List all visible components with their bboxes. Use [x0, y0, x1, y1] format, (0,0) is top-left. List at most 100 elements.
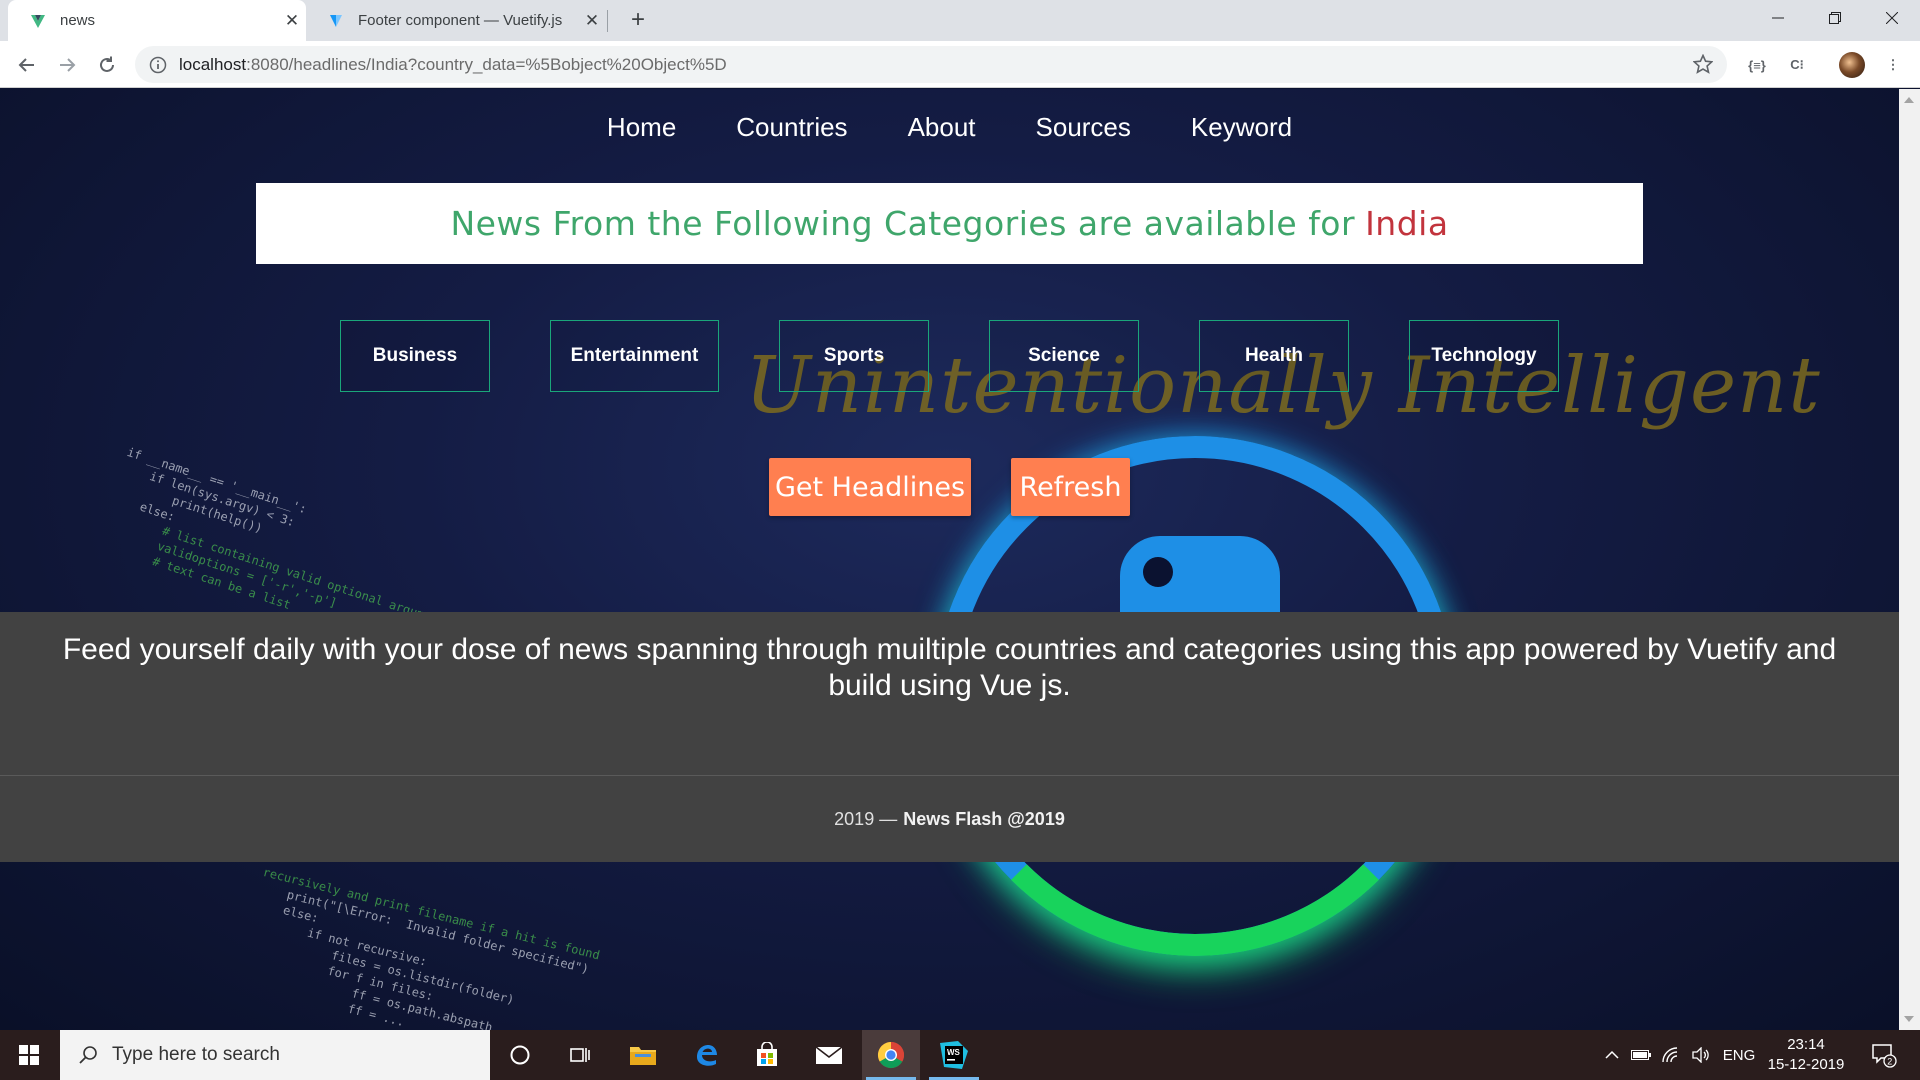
close-icon: [1885, 12, 1898, 24]
page-scrollbar[interactable]: [1899, 89, 1920, 1030]
new-tab-button[interactable]: +: [624, 6, 652, 34]
reload-icon: [100, 56, 114, 72]
battery-icon: [1631, 1050, 1651, 1060]
categories-banner: News From the Following Categories are a…: [256, 183, 1643, 264]
edge-browser-button[interactable]: [677, 1030, 735, 1080]
vue-favicon-icon: [31, 14, 45, 28]
nav-home[interactable]: Home: [577, 109, 706, 145]
scroll-down-icon[interactable]: [1904, 1016, 1914, 1022]
scroll-up-icon[interactable]: [1904, 97, 1914, 103]
extension-icon-c[interactable]: C⁝: [1785, 53, 1809, 77]
url-text: localhost:8080/headlines/India?country_d…: [179, 55, 727, 75]
get-headlines-button[interactable]: Get Headlines: [769, 458, 971, 516]
banner-text: News From the Following Categories are a…: [450, 204, 1356, 243]
category-sports[interactable]: Sports: [779, 320, 929, 392]
mail-button[interactable]: [800, 1030, 858, 1080]
tab-vuetify-footer[interactable]: Footer component — Vuetify.js ✕: [312, 0, 606, 41]
page-viewport: if __name__ == '__main__': if len(sys.ar…: [0, 89, 1899, 1030]
nav-sources[interactable]: Sources: [1006, 109, 1161, 145]
windows-logo-icon: [19, 1045, 39, 1065]
category-science[interactable]: Science: [989, 320, 1139, 392]
chrome-icon: [877, 1041, 905, 1069]
url-host: localhost: [179, 54, 247, 74]
arrow-left-icon: [18, 58, 34, 72]
battery-button[interactable]: [1628, 1030, 1654, 1080]
show-hidden-icons-button[interactable]: [1600, 1030, 1624, 1080]
url-path: :8080/headlines/India?country_data=%5Bob…: [246, 54, 727, 74]
close-window-button[interactable]: [1863, 0, 1920, 36]
webstorm-icon: WS: [940, 1041, 968, 1069]
footer-year: 2019 —: [834, 808, 898, 829]
tab-title: news: [60, 12, 96, 29]
webstorm-button[interactable]: WS: [925, 1030, 983, 1080]
edge-icon: [697, 1045, 717, 1066]
chevron-up-icon: [1605, 1050, 1619, 1059]
cortana-button[interactable]: [491, 1030, 549, 1080]
minimize-button[interactable]: [1749, 0, 1806, 36]
footer-copyright: 2019 — News Flash @2019: [0, 776, 1899, 862]
reload-button[interactable]: [91, 49, 123, 81]
menu-kebab-icon[interactable]: ⋮: [1881, 53, 1905, 77]
mail-envelope-icon: [815, 1046, 843, 1064]
close-tab-icon[interactable]: ✕: [278, 11, 306, 31]
nav-keyword[interactable]: Keyword: [1161, 109, 1322, 145]
category-technology[interactable]: Technology: [1409, 320, 1559, 392]
footer-brand: News Flash @2019: [903, 808, 1065, 829]
tab-news[interactable]: news ✕: [8, 0, 306, 41]
notification-icon: 2: [1872, 1044, 1897, 1068]
restore-button[interactable]: [1806, 0, 1863, 36]
background-code-bottom: recursively and print filename if a hit …: [234, 864, 602, 1030]
info-icon[interactable]: [149, 56, 167, 74]
clock-time: 23:14: [1787, 1036, 1825, 1053]
forward-button[interactable]: [51, 49, 83, 81]
store-bag-icon: [757, 1042, 777, 1066]
browser-toolbar: localhost:8080/headlines/India?country_d…: [0, 41, 1920, 88]
tab-separator: [607, 10, 608, 32]
cortana-circle-icon: [510, 1045, 530, 1065]
address-bar[interactable]: localhost:8080/headlines/India?country_d…: [135, 46, 1727, 83]
extension-icon-json[interactable]: {≡}: [1745, 53, 1769, 77]
volume-button[interactable]: [1688, 1030, 1714, 1080]
nav-about[interactable]: About: [878, 109, 1006, 145]
wifi-icon: [1662, 1047, 1678, 1063]
folder-icon: [630, 1047, 656, 1065]
footer-description-section: Feed yourself daily with your dose of ne…: [0, 612, 1899, 775]
network-button[interactable]: [1658, 1030, 1684, 1080]
vuetify-favicon-icon: [330, 14, 342, 27]
category-entertainment[interactable]: Entertainment: [550, 320, 719, 392]
browser-tab-bar: news ✕ Footer component — Vuetify.js ✕ +: [0, 0, 1920, 41]
python-logo-eye: [1143, 557, 1173, 587]
refresh-button[interactable]: Refresh: [1011, 458, 1130, 516]
speaker-icon: [1692, 1047, 1709, 1063]
back-button[interactable]: [11, 49, 43, 81]
nav-countries[interactable]: Countries: [706, 109, 877, 145]
search-placeholder: Type here to search: [112, 1044, 280, 1065]
file-explorer-button[interactable]: [614, 1030, 672, 1080]
taskbar-search-box[interactable]: Type here to search: [60, 1030, 490, 1080]
action-center-button[interactable]: 2: [1862, 1030, 1906, 1080]
taskbar-clock[interactable]: 23:14 15-12-2019: [1765, 1035, 1847, 1075]
notification-count: 2: [1887, 1057, 1892, 1067]
bookmark-star-icon[interactable]: [1693, 54, 1713, 74]
chrome-button[interactable]: [862, 1030, 920, 1080]
tab-title: Footer component — Vuetify.js: [358, 12, 563, 29]
task-view-button[interactable]: [551, 1030, 609, 1080]
windows-taskbar: Type here to search WS ENG 23:14 15-12-2…: [0, 1030, 1920, 1080]
svg-text:WS: WS: [947, 1048, 961, 1057]
clock-date: 15-12-2019: [1767, 1056, 1845, 1073]
category-business[interactable]: Business: [340, 320, 490, 392]
restore-icon: [1828, 12, 1841, 24]
banner-country: India: [1365, 204, 1449, 243]
language-indicator[interactable]: ENG: [1718, 1030, 1760, 1080]
minimize-icon: [1771, 17, 1784, 19]
close-tab-icon[interactable]: ✕: [578, 11, 606, 31]
task-view-icon: [570, 1048, 590, 1062]
arrow-right-icon: [60, 58, 76, 72]
top-nav: Home Countries About Sources Keyword: [0, 109, 1899, 145]
start-button[interactable]: [0, 1030, 58, 1080]
search-icon: [79, 1046, 97, 1064]
footer-description: Feed yourself daily with your dose of ne…: [62, 633, 1837, 702]
profile-avatar[interactable]: [1839, 52, 1865, 78]
category-health[interactable]: Health: [1199, 320, 1349, 392]
store-button[interactable]: [738, 1030, 796, 1080]
